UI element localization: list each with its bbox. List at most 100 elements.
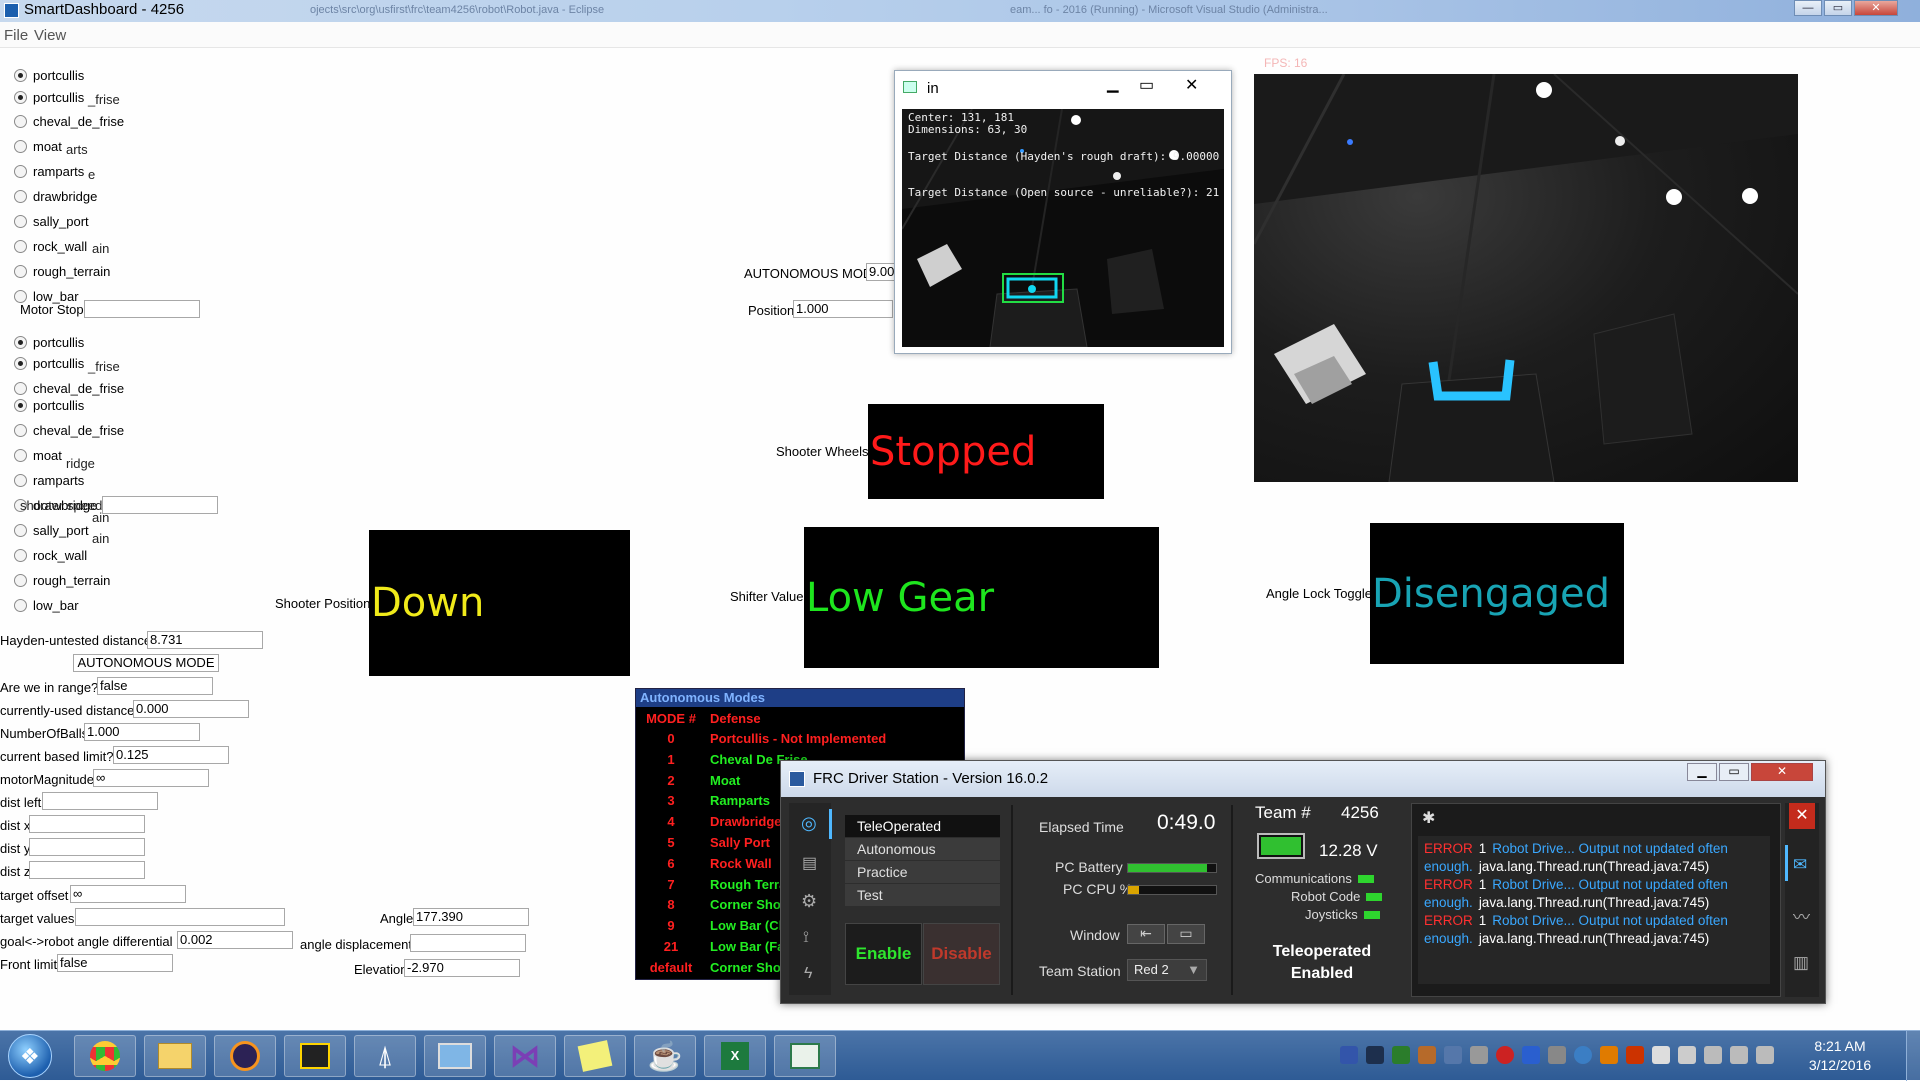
network-icon[interactable]: [1704, 1046, 1722, 1064]
radio-option[interactable]: rock_wall: [14, 546, 87, 564]
chrome-taskbar-button[interactable]: [74, 1035, 136, 1077]
eclipse-taskbar-button[interactable]: [214, 1035, 276, 1077]
pin-icon[interactable]: [1366, 1046, 1384, 1064]
radio-option[interactable]: rough_terrain: [14, 262, 110, 280]
dist-left-field[interactable]: [42, 792, 158, 810]
radio-option[interactable]: sally_port: [14, 212, 89, 230]
mode-teleoperated[interactable]: TeleOperated: [845, 815, 1000, 837]
app-tray-icon[interactable]: [1574, 1046, 1592, 1064]
visual-studio-taskbar-button[interactable]: ⋈: [494, 1035, 556, 1077]
in-range-field[interactable]: false: [97, 677, 213, 695]
elevation-field[interactable]: -2.970: [404, 959, 520, 977]
smartdashboard-taskbar-button[interactable]: [774, 1035, 836, 1077]
disable-button[interactable]: Disable: [923, 923, 1000, 985]
radio-option[interactable]: portcullis: [14, 396, 84, 414]
show-desktop-button[interactable]: [1906, 1031, 1920, 1081]
close-icon[interactable]: ✕: [1185, 75, 1198, 95]
current-limit-field[interactable]: 0.125: [113, 746, 229, 764]
maximize-icon[interactable]: ▭: [1139, 75, 1154, 95]
radio-option[interactable]: portcullis: [14, 354, 84, 372]
position-field[interactable]: 1.000: [793, 300, 893, 318]
mode-autonomous[interactable]: Autonomous: [845, 838, 1000, 860]
usb-icon[interactable]: ⟟: [803, 929, 809, 947]
explorer-taskbar-button[interactable]: [144, 1035, 206, 1077]
goal-angle-diff-field[interactable]: 0.002: [177, 931, 293, 949]
maximize-icon[interactable]: ▭: [1719, 763, 1749, 781]
menu-file[interactable]: File: [4, 27, 28, 44]
dist-x-field[interactable]: [29, 815, 145, 833]
menu-view[interactable]: View: [34, 27, 66, 44]
diagnostics-icon[interactable]: ▤: [802, 853, 817, 873]
dist-y-field[interactable]: [29, 838, 145, 856]
sticky-notes-taskbar-button[interactable]: [564, 1035, 626, 1077]
split-view-icon[interactable]: ▥: [1793, 953, 1809, 973]
radio-option[interactable]: cheval_de_frise: [14, 421, 124, 439]
team-station-select[interactable]: Red 2 ▼: [1127, 959, 1207, 981]
window-docked-icon[interactable]: ⇤: [1127, 924, 1165, 944]
dist-z-field[interactable]: [29, 861, 145, 879]
shooter-speed-field[interactable]: [102, 496, 218, 514]
driverstation-taskbar-button[interactable]: [284, 1035, 346, 1077]
target-offset-field[interactable]: ∞: [70, 885, 186, 903]
hayden-distance-field[interactable]: 8.731: [147, 631, 263, 649]
angle-displacement-field[interactable]: [410, 934, 526, 952]
messages-icon[interactable]: ✉: [1793, 855, 1807, 875]
security-icon[interactable]: [1496, 1046, 1514, 1064]
gear-icon[interactable]: ⚙: [801, 891, 817, 912]
radio-option[interactable]: ramparts: [14, 162, 84, 180]
radio-option[interactable]: portcullis: [14, 88, 84, 106]
radio-option[interactable]: drawbridge: [14, 187, 97, 205]
clock[interactable]: 8:21 AM 3/12/2016: [1780, 1037, 1900, 1075]
app-tray-icon[interactable]: [1626, 1046, 1644, 1064]
java-taskbar-button[interactable]: ☕: [634, 1035, 696, 1077]
radio-option[interactable]: moat: [14, 137, 62, 155]
app-tray-icon[interactable]: [1548, 1046, 1566, 1064]
start-button[interactable]: ❖: [8, 1034, 52, 1078]
radio-option[interactable]: moat: [14, 446, 62, 464]
battery-tray-icon[interactable]: [1678, 1046, 1696, 1064]
autonomous-mode-button[interactable]: AUTONOMOUS MODE: [73, 654, 219, 672]
steering-wheel-icon[interactable]: ◎: [801, 813, 817, 834]
mode-test[interactable]: Test: [845, 884, 1000, 906]
radio-option[interactable]: cheval_de_frise: [14, 379, 124, 397]
window-floating-icon[interactable]: ▭: [1167, 924, 1205, 944]
mode-practice[interactable]: Practice: [845, 861, 1000, 883]
radio-option[interactable]: rock_wall: [14, 237, 87, 255]
minimize-icon[interactable]: ▁: [1687, 763, 1717, 781]
motor-magnitude-field[interactable]: ∞: [93, 769, 209, 787]
chart-icon[interactable]: 〰: [1793, 903, 1810, 928]
target-values-field[interactable]: [75, 908, 285, 926]
motor-stop-field[interactable]: [84, 300, 200, 318]
radio-option[interactable]: rough_terrain: [14, 571, 110, 589]
signal-icon[interactable]: [1756, 1046, 1774, 1064]
enable-button[interactable]: Enable: [845, 923, 922, 985]
radio-option[interactable]: sally_port: [14, 521, 89, 539]
radio-option[interactable]: portcullis: [14, 333, 84, 351]
current-distance-field[interactable]: 0.000: [133, 700, 249, 718]
number-of-balls-field[interactable]: 1.000: [84, 723, 200, 741]
app-tray-icon[interactable]: [1600, 1046, 1618, 1064]
app-tray-icon[interactable]: [1470, 1046, 1488, 1064]
close-button[interactable]: ✕: [1854, 0, 1898, 16]
radio-option[interactable]: portcullis: [14, 66, 84, 84]
maximize-button[interactable]: ▭: [1824, 0, 1852, 16]
front-limit-field[interactable]: false: [57, 954, 173, 972]
bluetooth-icon[interactable]: [1522, 1046, 1540, 1064]
flag-icon[interactable]: [1652, 1046, 1670, 1064]
minimize-icon[interactable]: ▁: [1107, 75, 1119, 93]
angle-field[interactable]: 177.390: [413, 908, 529, 926]
app-tray-icon[interactable]: [1444, 1046, 1462, 1064]
excel-taskbar-button[interactable]: X: [704, 1035, 766, 1077]
app-tray-icon[interactable]: [1418, 1046, 1436, 1064]
close-icon[interactable]: ✕: [1751, 763, 1813, 781]
labview-taskbar-button[interactable]: ⍋: [354, 1035, 416, 1077]
network-drive-icon[interactable]: [1340, 1046, 1358, 1064]
autonomous-mode-field[interactable]: 9.00: [866, 263, 896, 281]
volume-icon[interactable]: [1730, 1046, 1748, 1064]
radio-option[interactable]: low_bar: [14, 596, 79, 614]
radio-option[interactable]: ramparts: [14, 471, 84, 489]
nvidia-icon[interactable]: [1392, 1046, 1410, 1064]
remote-desktop-taskbar-button[interactable]: [424, 1035, 486, 1077]
gear-icon[interactable]: ✱: [1422, 808, 1435, 828]
power-icon[interactable]: ϟ: [804, 965, 812, 983]
